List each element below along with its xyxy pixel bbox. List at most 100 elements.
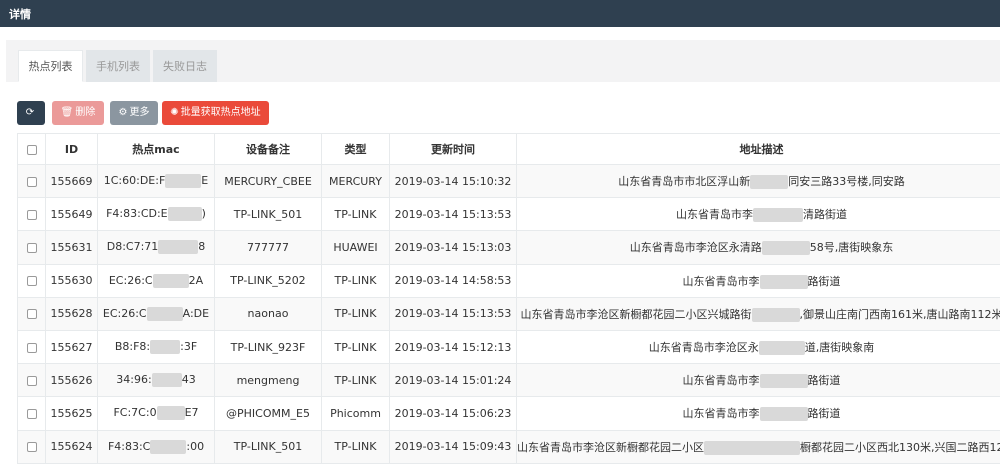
cell-mac: EC:26:C 2A <box>97 263 215 298</box>
address-prefix: 山东省青岛市李 <box>682 407 760 421</box>
delete-label: 删除 <box>75 107 96 118</box>
refresh-button[interactable]: ⟳ <box>17 101 45 125</box>
mac-suffix: 2A <box>188 273 204 287</box>
address-suffix: 同安三路33号楼,同安路 <box>788 175 905 189</box>
cell-address: 山东省青岛市市北区浮山新 同安三路33号楼,同安路 <box>516 163 1000 199</box>
redaction-mask <box>167 207 202 222</box>
col-header-time[interactable]: 更新时间 <box>389 133 517 165</box>
mac-prefix: EC:26:C <box>102 306 147 320</box>
mac-suffix: 43 <box>181 373 196 387</box>
table-row[interactable]: 155630 EC:26:C 2A TP-LINK_5202 TP-LINK 2019-0… <box>17 263 1000 298</box>
mac-suffix: E7 <box>184 406 199 420</box>
mac-prefix: B8:F8: <box>114 340 151 354</box>
batch-label: 批量获取热点地址 <box>180 107 261 118</box>
table-row[interactable]: 155625 FC:7C:0 E7 @PHICOMM_E5 Phicomm 2019-03… <box>17 396 1000 431</box>
address-suffix: 路街道 <box>807 274 841 288</box>
redaction-mask <box>753 208 803 223</box>
cell-type: TP-LINK <box>321 263 390 298</box>
cell-id: 155628 <box>45 296 98 331</box>
col-header-id[interactable]: ID <box>45 133 98 165</box>
address-prefix: 山东省青岛市李沧区新橱都花园二小区 <box>517 440 705 454</box>
address-suffix: 路街道 <box>807 407 841 421</box>
cell-id: 155630 <box>45 263 98 298</box>
table-row[interactable]: 155628 EC:26:C A:DE naonao TP-LINK 2019-03-14… <box>17 296 1000 331</box>
col-header-mac[interactable]: 热点mac <box>97 133 215 165</box>
row-select-cell <box>17 197 46 232</box>
cell-time: 2019-03-14 15:09:43 <box>389 429 517 464</box>
cell-note: mengmeng <box>214 363 322 398</box>
hotspot-table: ID 热点mac 设备备注 类型 更新时间 地址描述 155669 1C:60:D… <box>17 133 1000 464</box>
mac-prefix: FC:7C:0 <box>113 406 157 420</box>
address-suffix: 清路街道 <box>803 208 847 222</box>
row-checkbox[interactable] <box>26 309 37 320</box>
cell-type: TP-LINK <box>321 197 390 232</box>
row-select-cell <box>17 396 46 431</box>
table-row[interactable]: 155627 B8:F8::3F TP-LINK_923F TP-LINK 2019-0… <box>17 329 1000 365</box>
mac-prefix: F4:83:C <box>107 439 151 453</box>
redaction-mask <box>750 175 789 190</box>
cell-address: 山东省青岛市李沧区永 道,唐街映象南 <box>516 329 1000 365</box>
tab-failure-log[interactable]: 失败日志 <box>153 50 217 82</box>
select-all-checkbox[interactable] <box>26 144 37 155</box>
address-prefix: 山东省青岛市市北区浮山新 <box>618 175 751 189</box>
redaction-mask <box>759 274 808 289</box>
cell-time: 2019-03-14 14:58:53 <box>389 263 517 298</box>
batch-fetch-button[interactable]: ✺ 批量获取热点地址 <box>162 101 269 125</box>
address-prefix: 山东省青岛市李 <box>682 274 760 288</box>
redaction-mask <box>759 407 808 422</box>
table-row[interactable]: 155626 34:96: 43 mengmeng TP-LINK 2019-03-14 … <box>17 363 1000 398</box>
tab-hotspot-list[interactable]: 热点列表 <box>18 50 83 82</box>
address-prefix: 山东省青岛市李沧区永 <box>648 341 759 355</box>
mac-suffix: A:DE <box>182 306 210 320</box>
top-bar: 详情 <box>0 0 1000 27</box>
cell-type: MERCURY <box>321 163 390 199</box>
row-checkbox[interactable] <box>26 375 37 386</box>
cell-address: 山东省青岛市李沧区新橱都花园二小区兴城路街 ,御景山庄南门西南161米,唐山路南1… <box>516 296 1000 331</box>
cell-type: TP-LINK <box>321 296 390 331</box>
mac-prefix: D8:C7:71 <box>106 240 159 254</box>
table-body: 155669 1C:60:DE:F E MERCURY_CBEE MERCURY 2019… <box>17 163 1000 464</box>
cell-type: TP-LINK <box>321 329 390 365</box>
cell-type: TP-LINK <box>321 363 390 398</box>
cell-note: TP-LINK_5202 <box>214 263 322 298</box>
table-row[interactable]: 155669 1C:60:DE:F E MERCURY_CBEE MERCURY 2019… <box>17 163 1000 199</box>
cell-note: naonao <box>214 296 322 331</box>
cell-address: 山东省青岛市李 清路街道 <box>516 197 1000 232</box>
table-row[interactable]: 155649 F4:83:CD:E) TP-LINK_501 TP-LINK 2019-… <box>17 197 1000 232</box>
row-checkbox[interactable] <box>26 209 37 220</box>
tab-phone-list[interactable]: 手机列表 <box>86 50 150 82</box>
row-checkbox[interactable] <box>26 408 37 419</box>
cell-note: @PHICOMM_E5 <box>214 396 322 431</box>
redaction-mask <box>761 241 810 256</box>
row-checkbox[interactable] <box>26 176 37 187</box>
address-suffix: 道,唐街映象南 <box>804 341 875 355</box>
cell-address: 山东省青岛市李沧区新橱都花园二小区 橱都花园二小区西北130米,兴国二路西129米 <box>516 429 1000 464</box>
table-row[interactable]: 155624 F4:83:C:00 TP-LINK_501 TP-LINK 2019-0… <box>17 429 1000 464</box>
cell-id: 155626 <box>45 363 98 398</box>
table-row[interactable]: 155631 D8:C7:71 8 777777 HUAWEI 2019-03-14 15… <box>17 230 1000 265</box>
col-header-address[interactable]: 地址描述 <box>516 133 1000 165</box>
redaction-mask <box>152 273 189 288</box>
cell-note: TP-LINK_501 <box>214 429 322 464</box>
cell-mac: D8:C7:71 8 <box>97 230 215 265</box>
row-checkbox[interactable] <box>26 242 37 253</box>
cell-time: 2019-03-14 15:12:13 <box>389 329 517 365</box>
cell-id: 155631 <box>45 230 98 265</box>
row-checkbox[interactable] <box>26 442 37 453</box>
row-checkbox[interactable] <box>26 276 37 287</box>
gear-icon: ⚙ <box>118 107 128 118</box>
delete-button[interactable]: 🗑 删除 <box>52 101 104 125</box>
cell-address: 山东省青岛市李 路街道 <box>516 396 1000 431</box>
mac-suffix: 8 <box>198 240 206 254</box>
col-header-note[interactable]: 设备备注 <box>214 133 322 165</box>
refresh-icon: ⟳ <box>25 107 35 118</box>
cell-time: 2019-03-14 15:13:53 <box>389 197 517 232</box>
cell-id: 155624 <box>45 429 98 464</box>
cell-mac: B8:F8::3F <box>97 329 215 365</box>
more-button[interactable]: ⚙ 更多 <box>110 101 158 125</box>
cell-time: 2019-03-14 15:13:53 <box>389 296 517 331</box>
col-header-type[interactable]: 类型 <box>321 133 390 165</box>
row-checkbox[interactable] <box>26 342 37 353</box>
mac-suffix: E <box>201 174 209 188</box>
row-select-cell <box>17 363 46 398</box>
